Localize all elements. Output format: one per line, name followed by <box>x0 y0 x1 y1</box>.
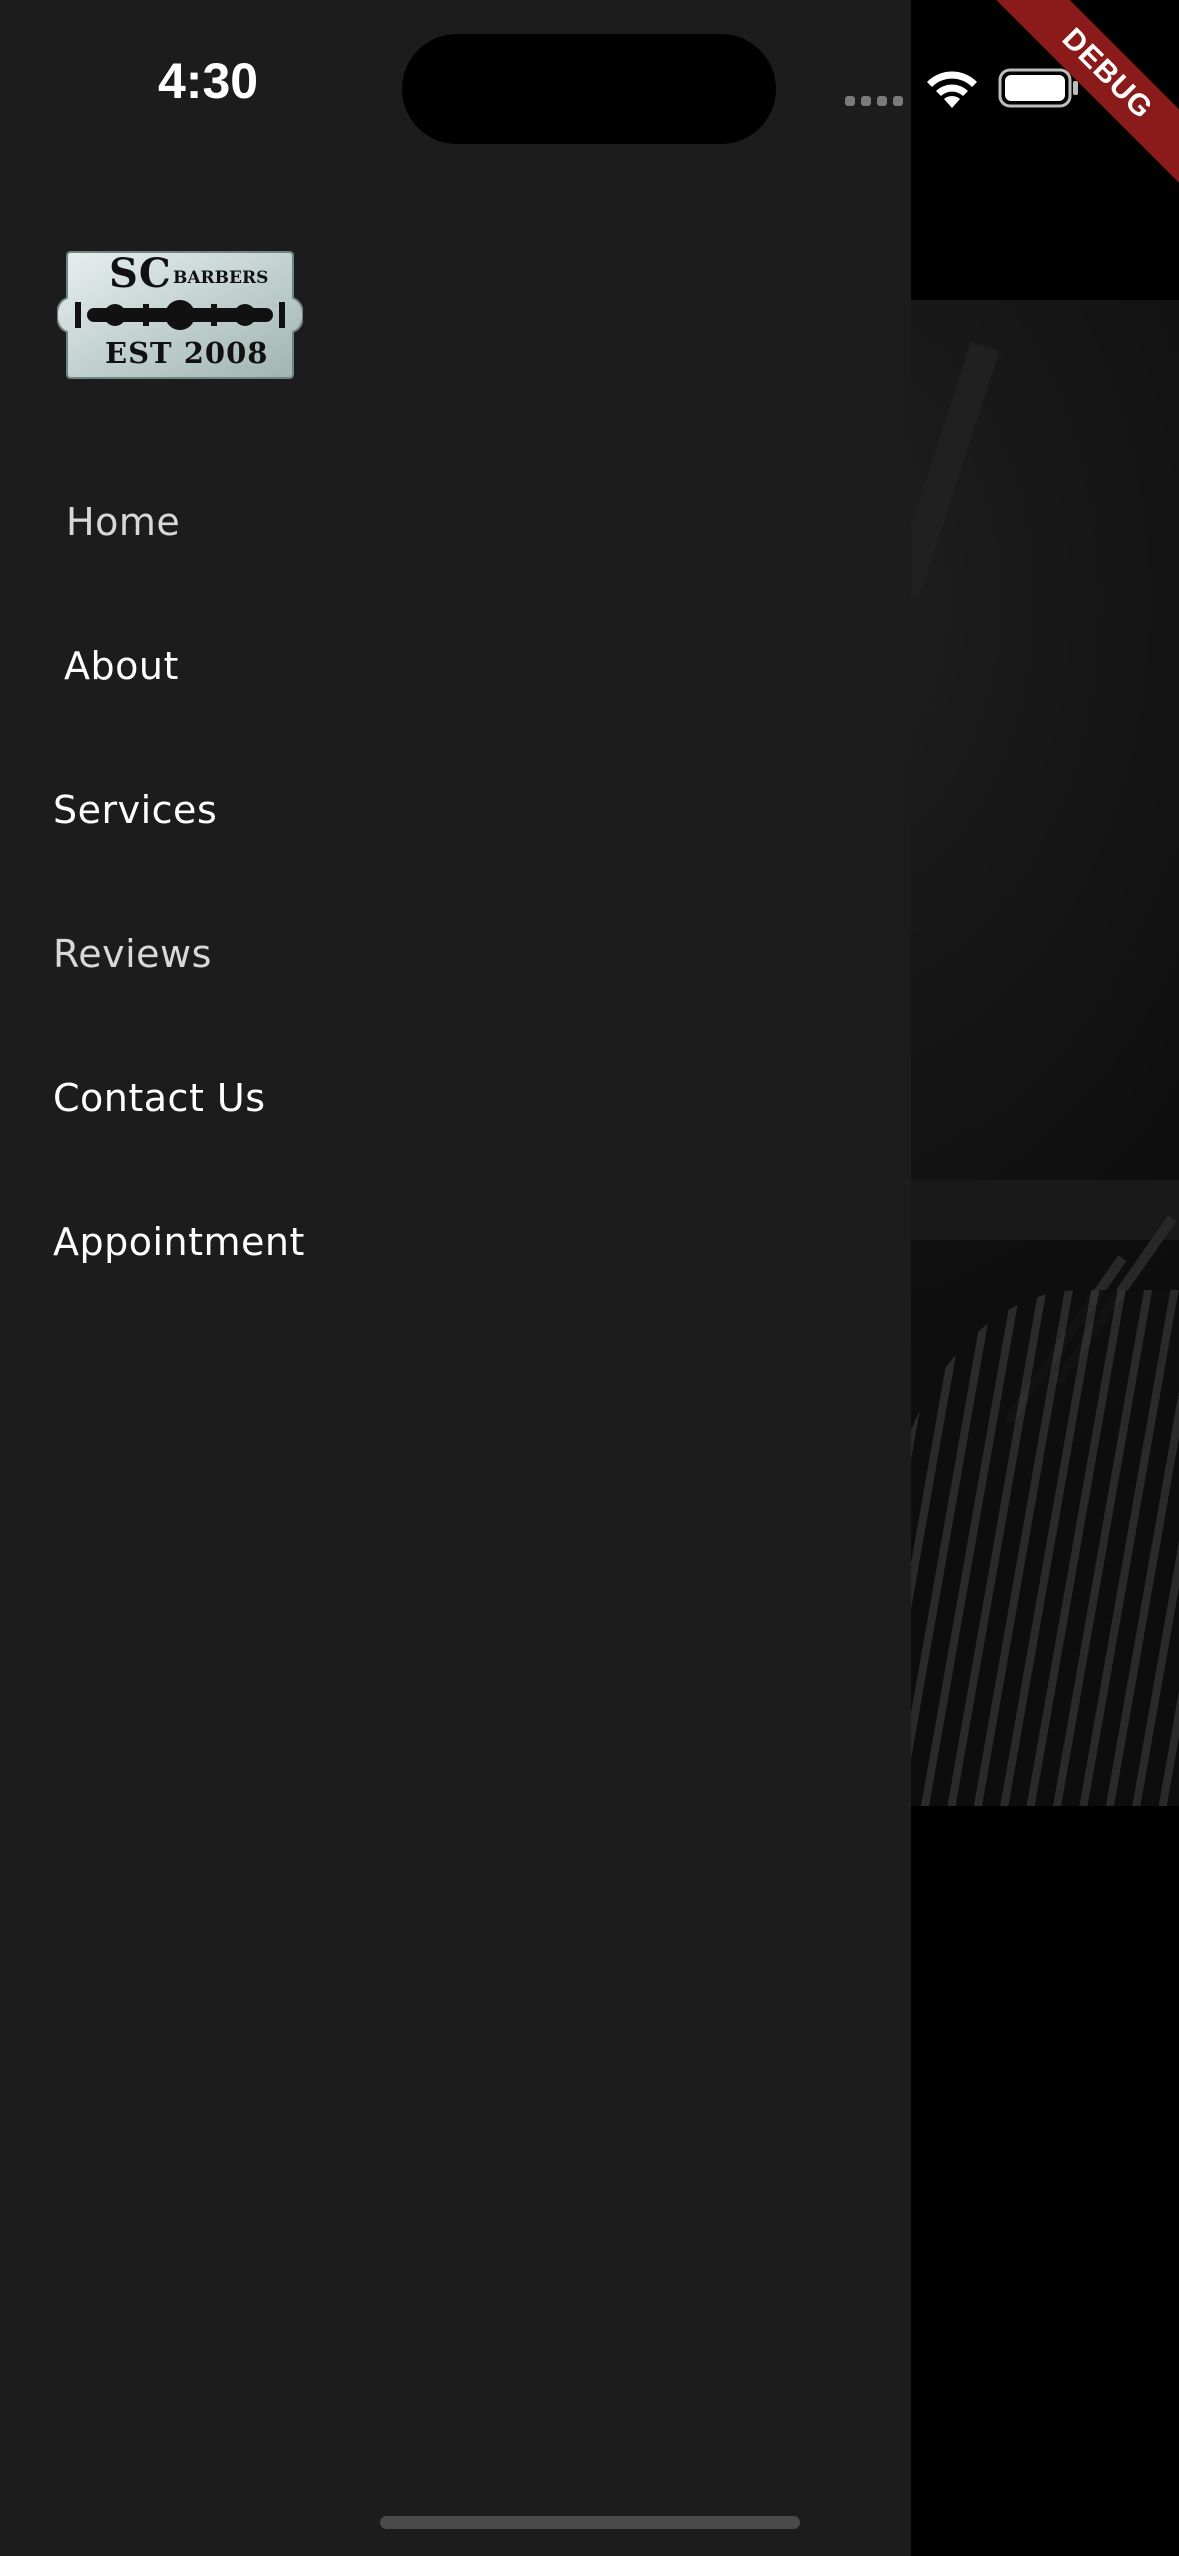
drawer-item-home[interactable]: Home <box>66 500 180 544</box>
drawer-item-services[interactable]: Services <box>53 788 217 832</box>
brand-logo[interactable]: SC BARBERS EST 2008 <box>57 248 303 382</box>
logo-initials: SC <box>109 250 172 297</box>
dynamic-island <box>402 34 776 144</box>
navigation-drawer: SC BARBERS EST 2008 Home About Services … <box>0 0 911 2556</box>
drawer-item-contact-us[interactable]: Contact Us <box>53 1076 266 1120</box>
home-indicator[interactable] <box>380 2516 800 2529</box>
drawer-item-reviews[interactable]: Reviews <box>53 932 212 976</box>
app-screen: ER 4:30 DEBUG <box>0 0 1179 2556</box>
battery-icon <box>998 68 1078 108</box>
wifi-icon <box>927 71 977 108</box>
logo-brand-word: BARBERS <box>173 268 269 288</box>
cellular-signal-icon <box>845 96 903 106</box>
status-time: 4:30 <box>158 53 259 109</box>
drawer-item-about[interactable]: About <box>64 644 179 688</box>
drawer-item-appointment[interactable]: Appointment <box>53 1220 305 1264</box>
logo-established: EST 2008 <box>105 336 269 370</box>
